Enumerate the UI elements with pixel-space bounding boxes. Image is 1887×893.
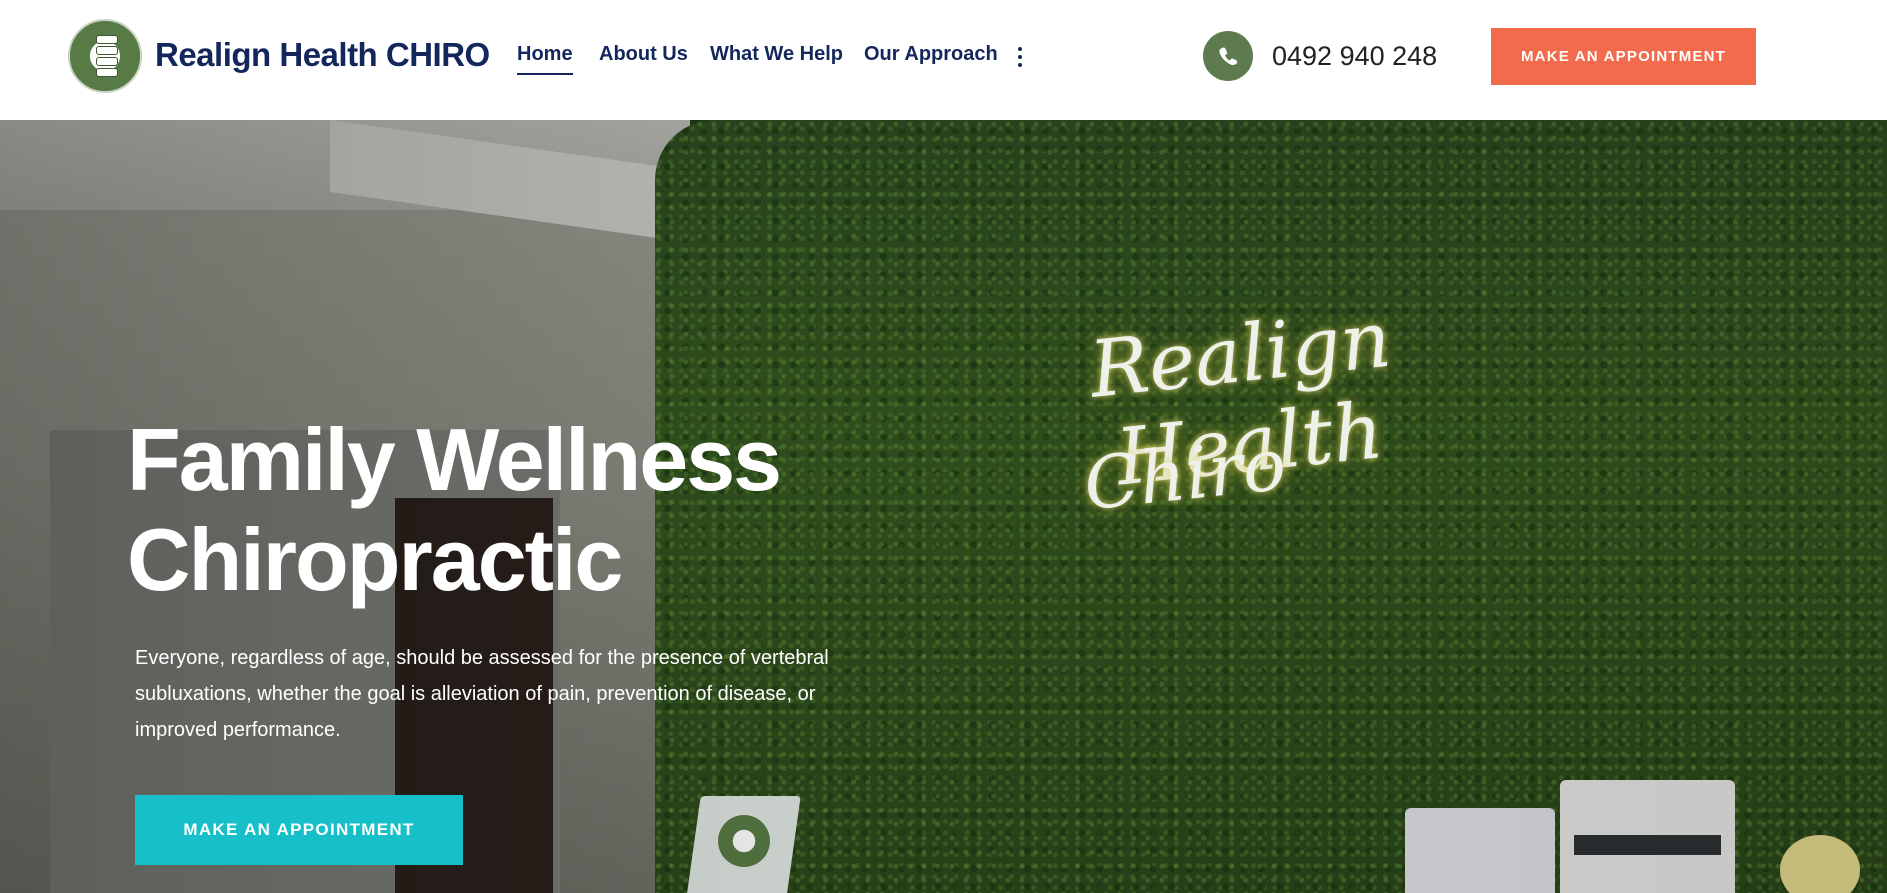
logo-vertebra <box>96 46 118 55</box>
more-menu-icon[interactable] <box>1016 47 1024 67</box>
brand-name[interactable]: Realign Health CHIRO <box>155 36 490 74</box>
nav-item-home[interactable]: Home <box>517 43 573 75</box>
nav-item-what-we-help[interactable]: What We Help <box>710 43 843 66</box>
nav-item-our-approach[interactable]: Our Approach <box>864 43 998 66</box>
make-appointment-button[interactable]: MAKE AN APPOINTMENT <box>1491 28 1756 85</box>
phone-glyph <box>1219 47 1238 66</box>
hero-description: Everyone, regardless of age, should be a… <box>135 647 829 741</box>
site-header: Realign Health CHIRO Home About Us What … <box>0 0 1887 120</box>
logo-vertebra <box>96 35 118 44</box>
logo[interactable] <box>68 19 142 93</box>
hero-make-appointment-button[interactable]: MAKE AN APPOINTMENT <box>135 795 463 865</box>
hero-title: Family Wellness Chiropractic <box>127 410 782 609</box>
phone-icon[interactable] <box>1203 31 1253 81</box>
kebab-dot <box>1018 47 1022 51</box>
hero-section: Realign Health Chiro Family Wellness Chi… <box>0 120 1887 893</box>
kebab-dot <box>1018 63 1022 67</box>
nav-item-about-us[interactable]: About Us <box>599 43 688 66</box>
phone-number[interactable]: 0492 940 248 <box>1272 41 1437 72</box>
logo-vertebra <box>96 68 118 77</box>
neon-sign: Realign Health Chiro <box>955 295 1535 550</box>
kebab-dot <box>1018 55 1022 59</box>
logo-vertebra <box>96 57 118 66</box>
